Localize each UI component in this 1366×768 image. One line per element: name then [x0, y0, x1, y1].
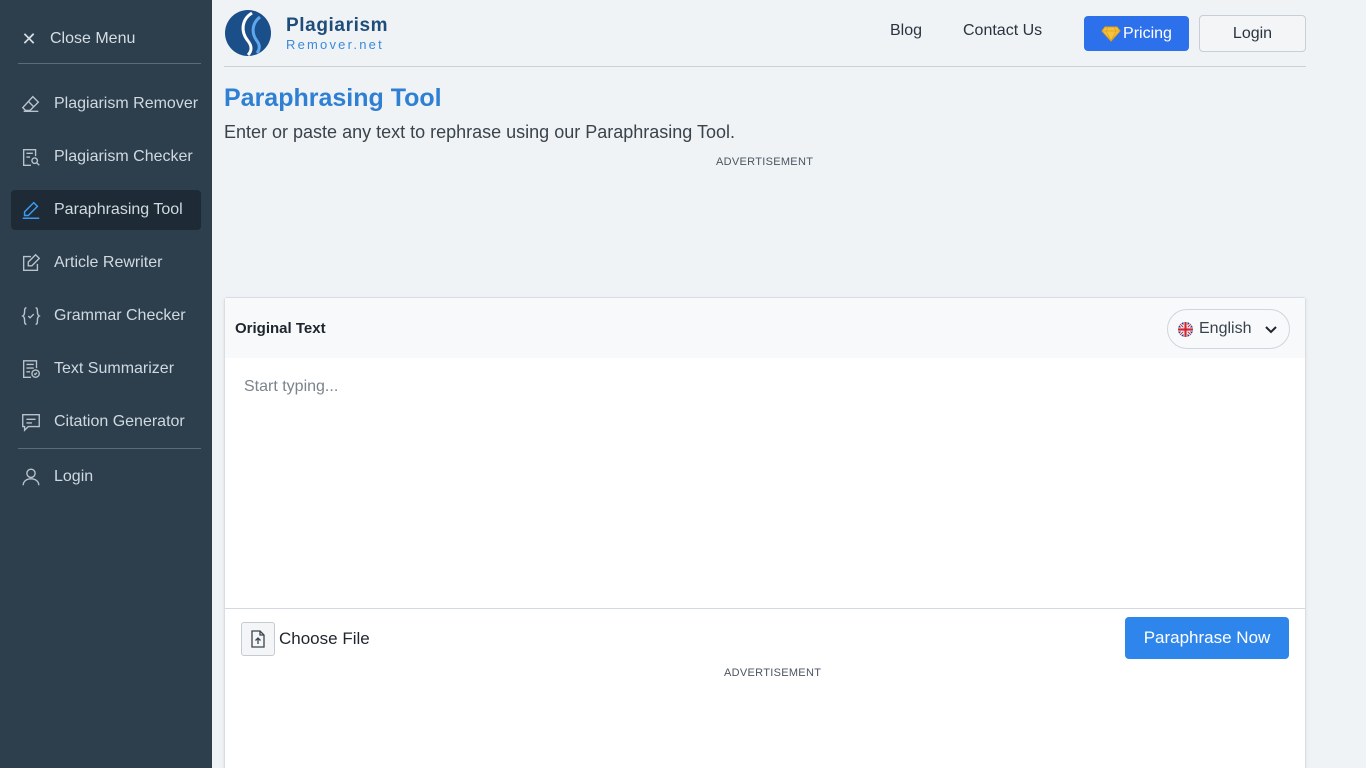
sidebar-item-article-rewriter[interactable]: Article Rewriter [11, 243, 201, 283]
ad-label: ADVERTISEMENT [716, 156, 814, 168]
diamond-icon [1101, 26, 1121, 42]
sidebar-item-text-summarizer[interactable]: Text Summarizer [11, 349, 201, 389]
pricing-label: Pricing [1123, 24, 1172, 42]
sidebar: ✕ Close Menu Plagiarism Remover Plagiari… [0, 0, 212, 768]
pen-icon [22, 201, 40, 219]
close-menu-label: Close Menu [50, 30, 136, 47]
brackets-check-icon [21, 307, 41, 325]
header-divider [224, 66, 1306, 67]
eraser-icon [21, 95, 40, 113]
chevron-down-icon [1265, 326, 1277, 334]
language-select[interactable]: English [1167, 309, 1290, 349]
logo-subtitle: Remover.net [286, 36, 384, 52]
sidebar-item-citation-generator[interactable]: Citation Generator [11, 402, 201, 442]
sidebar-item-paraphrasing-tool[interactable]: Paraphrasing Tool [11, 190, 201, 230]
logo-mark-icon [225, 10, 271, 57]
sidebar-item-label: Paraphrasing Tool [54, 201, 183, 218]
file-upload-icon [241, 622, 275, 656]
sidebar-item-plagiarism-checker[interactable]: Plagiarism Checker [11, 137, 201, 177]
sidebar-divider [18, 63, 201, 64]
sidebar-item-label: Citation Generator [54, 413, 185, 430]
site-logo[interactable]: Plagiarism Remover.net [224, 9, 388, 57]
login-button[interactable]: Login [1199, 15, 1306, 52]
pricing-button[interactable]: Pricing [1084, 16, 1189, 51]
paraphrase-editor: Original Text English Choose File Paraph… [224, 297, 1306, 768]
sidebar-item-label: Text Summarizer [54, 360, 175, 377]
close-icon: ✕ [21, 28, 37, 49]
sidebar-divider [18, 448, 201, 449]
document-search-icon [22, 148, 40, 166]
choose-file-label: Choose File [279, 629, 370, 648]
editor-footer-divider [225, 608, 1305, 609]
sidebar-item-grammar-checker[interactable]: Grammar Checker [11, 296, 201, 336]
ad-label: ADVERTISEMENT [724, 667, 822, 679]
sidebar-item-login[interactable]: Login [11, 457, 201, 497]
choose-file-button[interactable]: Choose File [241, 622, 370, 656]
sidebar-item-label: Grammar Checker [54, 307, 186, 324]
logo-name: Plagiarism [286, 14, 389, 36]
sidebar-item-plagiarism-remover[interactable]: Plagiarism Remover [11, 84, 201, 124]
user-icon [22, 468, 40, 486]
editor-header: Original Text English [225, 298, 1305, 358]
page-subtitle: Enter or paste any text to rephrase usin… [224, 122, 735, 142]
quote-bubble-icon [22, 413, 40, 432]
edit-document-icon [22, 253, 41, 272]
close-menu-button[interactable]: ✕ Close Menu [18, 26, 135, 52]
sidebar-item-label: Login [54, 468, 94, 485]
page-title: Paraphrasing Tool [224, 84, 442, 112]
list-check-icon [22, 360, 40, 378]
sidebar-item-label: Plagiarism Checker [54, 148, 193, 165]
paraphrase-now-button[interactable]: Paraphrase Now [1125, 617, 1289, 659]
language-value: English [1199, 320, 1252, 337]
nav-link-contact-us[interactable]: Contact Us [963, 22, 1042, 40]
sidebar-item-label: Article Rewriter [54, 254, 163, 271]
editor-title: Original Text [235, 319, 326, 337]
uk-flag-icon [1178, 321, 1193, 337]
original-text-input[interactable] [225, 358, 1305, 608]
nav-link-blog[interactable]: Blog [890, 22, 922, 40]
sidebar-item-label: Plagiarism Remover [54, 95, 199, 112]
